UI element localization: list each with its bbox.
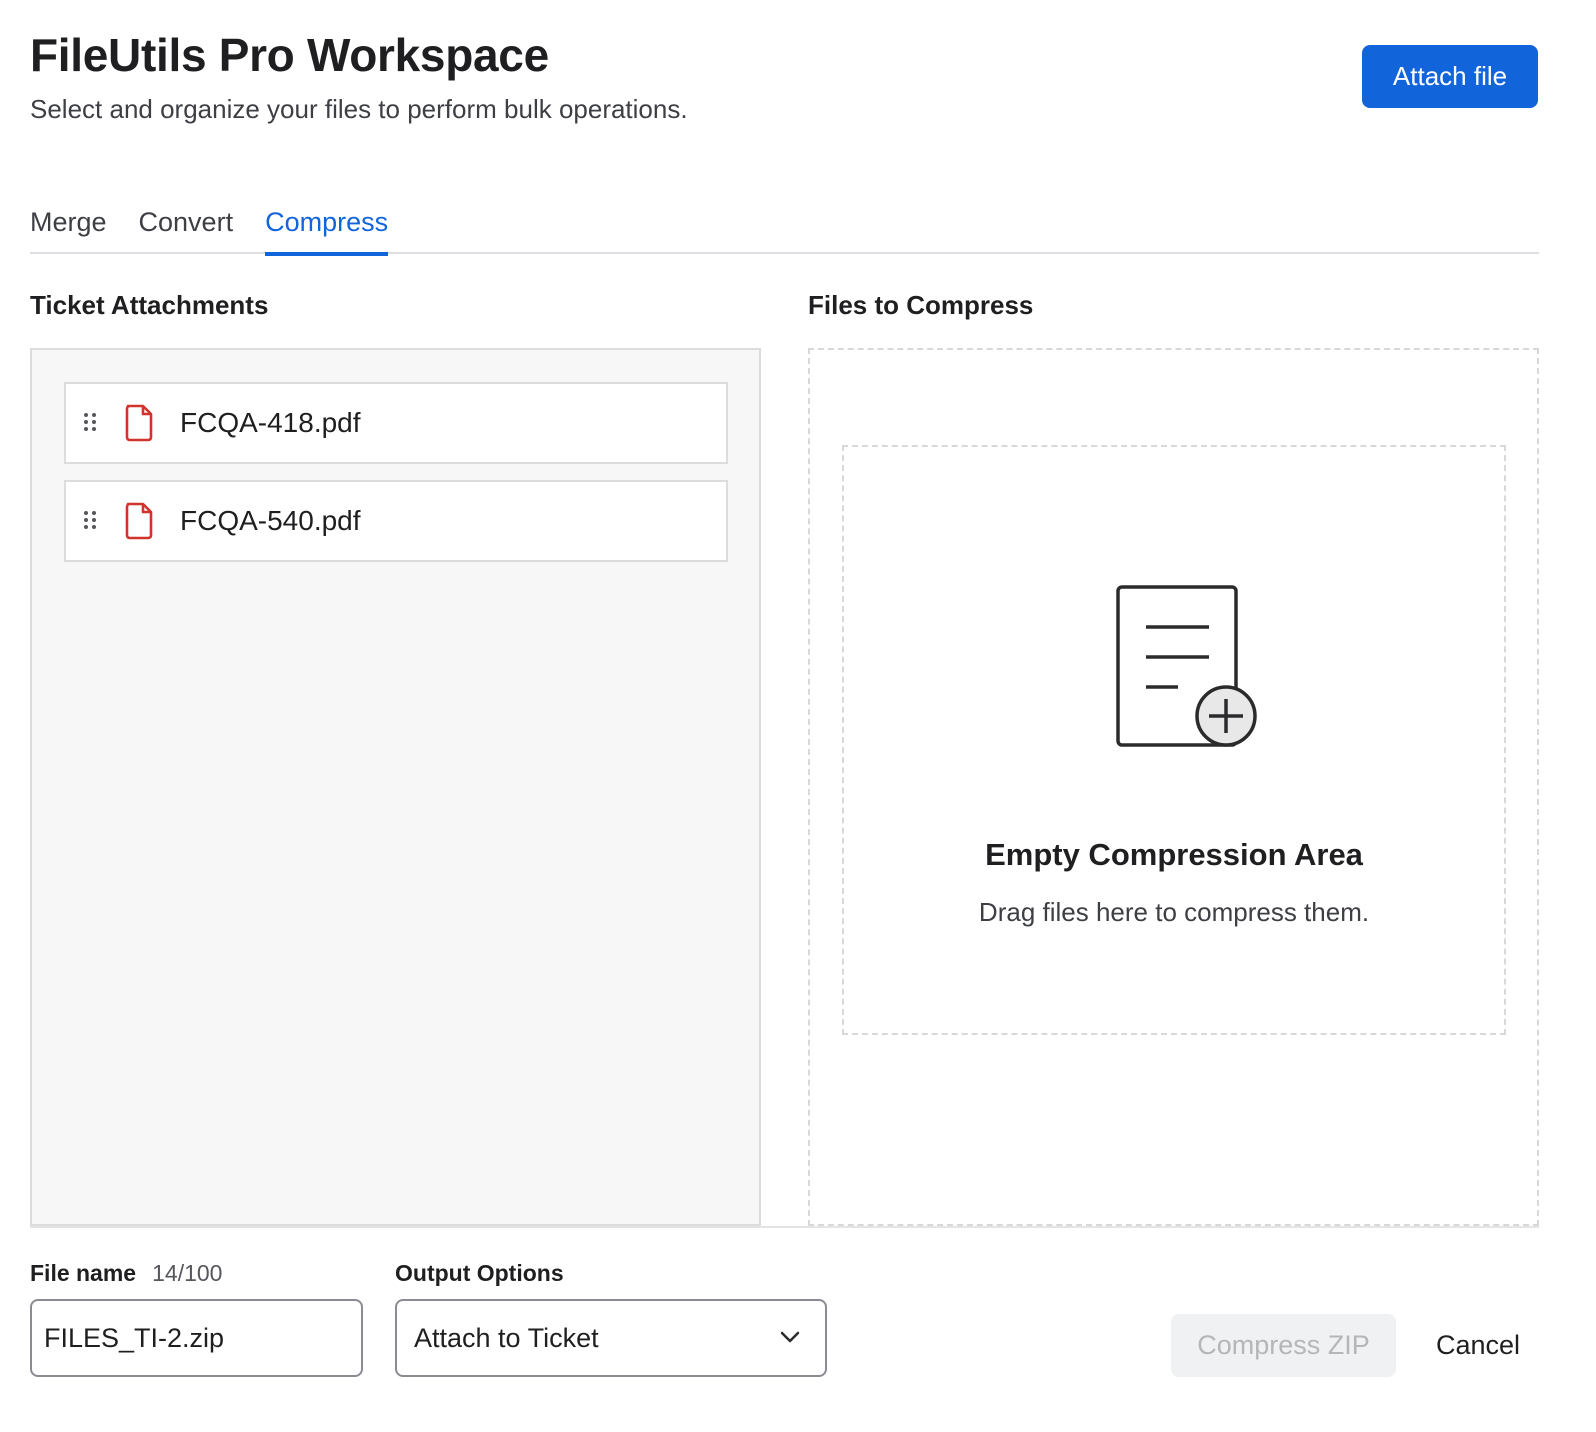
- compress-zip-button[interactable]: Compress ZIP: [1171, 1314, 1396, 1377]
- pdf-file-icon: [125, 404, 153, 442]
- ticket-attachments-title: Ticket Attachments: [30, 290, 269, 320]
- ticket-attachments-panel: FCQA-418.pdf FCQA-540.pdf: [30, 348, 761, 1226]
- empty-state-title: Empty Compression Area: [985, 837, 1363, 872]
- pdf-file-icon: [125, 502, 153, 540]
- attachment-file-name: FCQA-418.pdf: [180, 407, 361, 438]
- tab-convert[interactable]: Convert: [139, 200, 234, 254]
- file-name-label-row: File name 14/100: [30, 1260, 222, 1287]
- output-options-select[interactable]: Attach to Ticket: [395, 1299, 827, 1377]
- page-subtitle: Select and organize your files to perfor…: [30, 94, 688, 124]
- empty-state-description: Drag files here to compress them.: [978, 897, 1370, 927]
- attachment-file-name: FCQA-540.pdf: [180, 505, 361, 536]
- compress-drop-zone[interactable]: Empty Compression Area Drag files here t…: [808, 348, 1539, 1226]
- output-options-value: Attach to Ticket: [414, 1322, 599, 1353]
- tab-compress[interactable]: Compress: [265, 200, 389, 256]
- tab-merge[interactable]: Merge: [30, 200, 107, 254]
- file-name-char-count: 14/100: [152, 1260, 223, 1286]
- drop-target-area[interactable]: Empty Compression Area Drag files here t…: [842, 445, 1506, 1035]
- drag-handle-icon[interactable]: [84, 511, 98, 531]
- attachment-item[interactable]: FCQA-540.pdf: [64, 480, 728, 562]
- tab-bar: Merge Convert Compress: [30, 200, 1539, 256]
- divider: [30, 1226, 1539, 1228]
- attach-file-button[interactable]: Attach file: [1362, 45, 1538, 108]
- cancel-button[interactable]: Cancel: [1418, 1314, 1538, 1377]
- attachment-item[interactable]: FCQA-418.pdf: [64, 382, 728, 464]
- output-options-label-row: Output Options: [395, 1260, 564, 1287]
- file-name-label: File name: [30, 1260, 137, 1286]
- document-add-icon: [1116, 585, 1257, 747]
- output-options-label: Output Options: [395, 1260, 564, 1286]
- page-header: FileUtils Pro Workspace Select and organ…: [30, 28, 688, 126]
- drag-handle-icon[interactable]: [84, 413, 98, 433]
- file-name-input[interactable]: [30, 1299, 363, 1377]
- page-title: FileUtils Pro Workspace: [30, 29, 549, 81]
- files-to-compress-title: Files to Compress: [808, 290, 1034, 320]
- chevron-down-icon: [780, 1331, 800, 1343]
